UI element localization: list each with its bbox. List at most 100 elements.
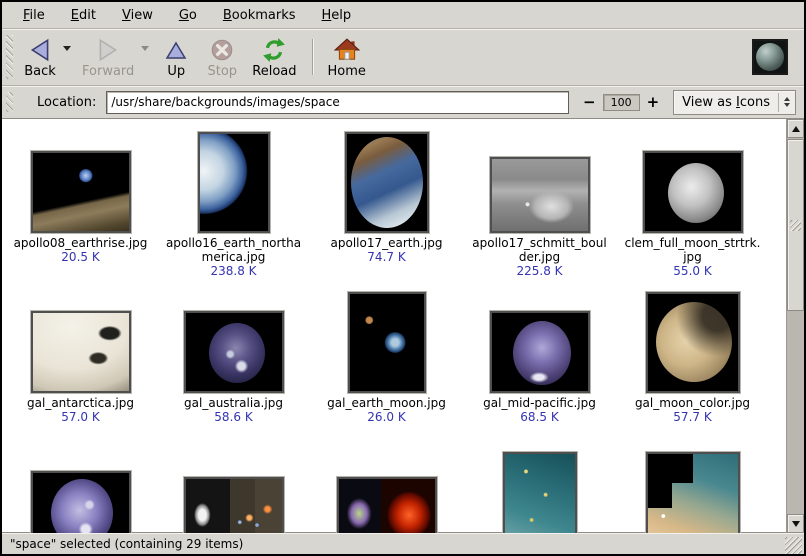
file-item[interactable] [463,449,616,533]
file-name: gal_moon_color.jpg [635,396,750,410]
menubar: File Edit View Go Bookmarks Help [2,2,804,29]
back-icon [26,36,54,64]
location-input[interactable] [106,91,569,114]
thumbnail-image [345,132,429,233]
file-name: apollo08_earthrise.jpg [14,236,148,250]
scrollbar-down-button[interactable] [787,514,804,533]
file-name: gal_antarctica.jpg [27,396,134,410]
thumbnail-image [337,477,437,533]
reload-button[interactable]: Reload [246,33,302,81]
file-name: apollo16_earth_northa merica.jpg [166,236,301,264]
zoom-out-button[interactable]: − [581,93,598,111]
menu-edit[interactable]: Edit [58,4,109,27]
thumbnail-image [184,311,284,393]
vertical-scrollbar[interactable] [786,119,804,533]
home-icon [334,36,360,64]
file-item[interactable]: apollo08_earthrise.jpg 20.5 K [4,129,157,289]
view-as-label: View as Icons [674,91,778,114]
view-as-dropdown[interactable]: View as Icons [673,90,796,115]
back-button[interactable]: Back [18,33,62,81]
stop-label: Stop [208,64,238,79]
file-item[interactable] [157,449,310,533]
toolbar: Back Forward Up Stop [2,29,804,86]
thumbnail-image [646,452,740,533]
location-label: Location: [37,95,96,110]
file-name: gal_mid-pacific.jpg [483,396,596,410]
file-item[interactable] [310,449,463,533]
zoom-level-indicator[interactable]: 100 [603,94,640,111]
file-item[interactable]: clem_full_moon_strtrk. jpg 55.0 K [616,129,769,289]
thumbnail-image [490,157,590,233]
file-item[interactable]: gal_mid-pacific.jpg 68.5 K [463,289,616,449]
scroll-down-icon [792,521,800,531]
forward-icon [94,36,122,64]
stop-icon [209,36,235,64]
view-as-arrows-icon [779,91,795,114]
status-bar: "space" selected (containing 29 items) [2,533,804,554]
status-text: "space" selected (containing 29 items) [10,537,243,551]
file-item[interactable] [4,449,157,533]
stop-button[interactable]: Stop [200,33,244,81]
file-item[interactable]: apollo17_earth.jpg 74.7 K [310,129,463,289]
thumbnail-image [31,151,131,233]
forward-label: Forward [82,64,134,79]
file-item[interactable]: apollo17_schmitt_boul der.jpg 225.8 K [463,129,616,289]
file-size: 68.5 K [520,410,558,424]
file-size: 58.6 K [214,410,252,424]
file-size: 57.7 K [673,410,711,424]
scrollbar-thumb[interactable] [787,139,804,311]
forward-history-dropdown-icon[interactable] [141,46,149,55]
thumbnail-image [31,471,131,533]
menu-bookmarks[interactable]: Bookmarks [210,4,309,27]
throbber-icon [752,39,788,75]
window-resize-grip[interactable] [785,537,802,554]
file-name: clem_full_moon_strtrk. jpg [625,236,761,264]
file-name: apollo17_schmitt_boul der.jpg [472,236,606,264]
back-history-dropdown-icon[interactable] [63,46,71,55]
thumbnail-image [643,151,743,233]
file-name: gal_earth_moon.jpg [327,396,446,410]
menu-go[interactable]: Go [166,4,210,27]
file-item[interactable]: gal_antarctica.jpg 57.0 K [4,289,157,449]
icon-row-1: apollo08_earthrise.jpg 20.5 K apollo16_e… [4,129,786,289]
throbber-orb-icon [756,43,784,71]
file-size: 55.0 K [673,264,711,278]
menu-file[interactable]: File [10,4,58,27]
icon-row-3 [4,449,786,533]
up-icon [164,36,188,64]
up-button[interactable]: Up [154,33,198,81]
location-bar-drag-handle[interactable] [6,92,13,112]
home-button[interactable]: Home [322,33,372,81]
file-item[interactable]: gal_moon_color.jpg 57.7 K [616,289,769,449]
scrollbar-thumb-grip-icon [790,220,801,231]
thumbnail-image [348,292,426,393]
file-item[interactable]: gal_australia.jpg 58.6 K [157,289,310,449]
thumbnail-image [646,292,740,393]
file-item[interactable]: apollo16_earth_northa merica.jpg 238.8 K [157,129,310,289]
forward-button[interactable]: Forward [76,33,140,81]
scrollbar-up-button[interactable] [787,119,804,138]
file-size: 20.5 K [61,250,99,264]
file-size: 238.8 K [210,264,256,278]
thumbnail-image [490,311,590,393]
file-name: gal_australia.jpg [184,396,283,410]
file-size: 225.8 K [516,264,562,278]
menu-help[interactable]: Help [309,4,365,27]
zoom-in-button[interactable]: + [645,93,662,111]
file-size: 74.7 K [367,250,405,264]
file-item[interactable]: gal_earth_moon.jpg 26.0 K [310,289,463,449]
thumbnail-image [31,311,131,393]
icon-view[interactable]: apollo08_earthrise.jpg 20.5 K apollo16_e… [2,119,786,533]
thumbnail-image [503,452,577,533]
file-manager-window: File Edit View Go Bookmarks Help Back Fo… [0,0,806,556]
home-label: Home [328,64,366,79]
reload-icon [261,36,287,64]
icon-row-2: gal_antarctica.jpg 57.0 K gal_australia.… [4,289,786,449]
file-size: 57.0 K [61,410,99,424]
reload-label: Reload [252,64,296,79]
thumbnail-image [184,477,284,533]
toolbar-drag-handle[interactable] [6,35,13,79]
menu-view[interactable]: View [109,4,166,27]
up-label: Up [167,64,185,79]
file-item[interactable] [616,449,769,533]
